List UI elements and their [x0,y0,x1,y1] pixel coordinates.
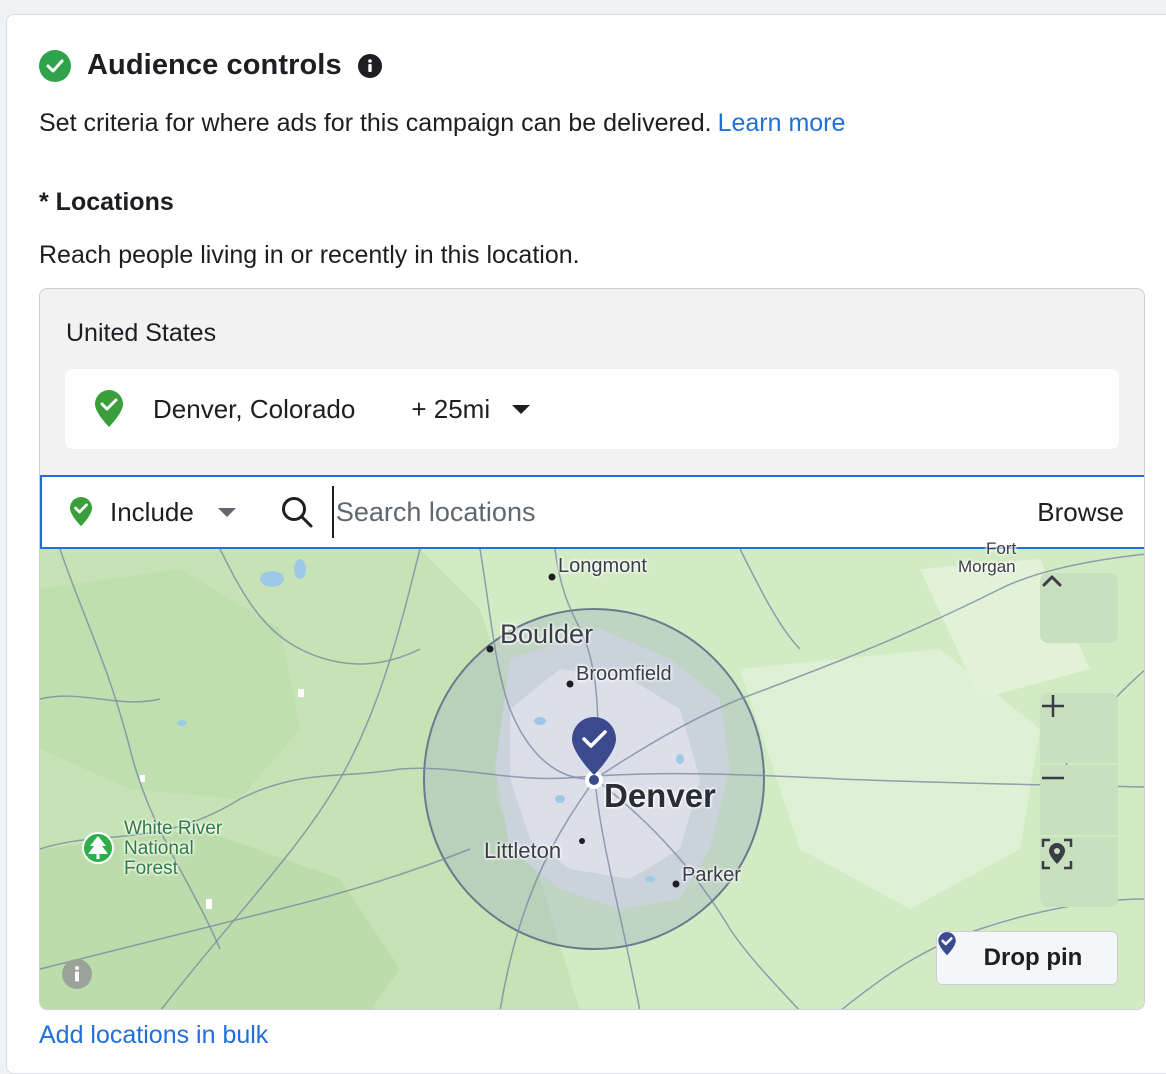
zoom-out-button[interactable] [1040,765,1118,835]
map-label-morgan: Morgan [958,557,1016,576]
selected-location-name: Denver, Colorado [153,393,356,424]
info-icon[interactable] [357,53,382,78]
include-label: Include [110,496,194,527]
chevron-down-icon [217,507,236,517]
drop-pin-button[interactable]: Drop pin [936,931,1118,985]
section-description: Set criteria for where ads for this camp… [39,109,845,138]
add-locations-in-bulk-link[interactable]: Add locations in bulk [39,1021,268,1050]
search-locations-input[interactable] [331,486,1038,538]
section-header: Audience controls [39,49,382,82]
browse-button[interactable]: Browse [1037,497,1124,528]
map-label-littleton: Littleton [484,838,562,863]
locations-label: * Locations [39,188,174,216]
green-location-pin-icon [91,390,127,428]
chevron-up-icon [1042,575,1062,587]
green-location-pin-icon [69,497,93,527]
learn-more-link[interactable]: Learn more [718,109,846,137]
map-label-parker: Parker [682,864,741,886]
map-label-forest: Forest [124,858,178,879]
location-map[interactable]: Longmont Fort Morgan Boulder Broomfield … [40,539,1144,1009]
section-title: Audience controls [87,49,342,81]
map-label-broomfield: Broomfield [576,663,672,685]
map-label-white-river: White River [124,818,223,839]
minus-icon [1042,776,1064,780]
locate-me-button[interactable] [1040,837,1118,907]
map-label-national: National [124,838,194,859]
location-search-bar: Include Browse [40,475,1144,549]
locate-pin-icon [1041,838,1073,870]
radius-selector[interactable]: + 25mi [411,394,490,425]
radius-dropdown-caret-icon[interactable] [512,404,531,414]
plus-icon [1042,695,1064,717]
country-heading: United States [66,319,217,347]
audience-controls-card: Audience controls Set criteria for where… [6,14,1166,1074]
map-label-boulder: Boulder [500,619,594,649]
search-icon [280,495,314,529]
map-label-fort: Fort [986,539,1017,558]
map-label-longmont: Longmont [558,555,647,577]
check-circle-icon [39,49,71,82]
zoom-in-button[interactable] [1040,693,1118,763]
locations-panel: United States Denver, Colorado + 25mi In… [39,288,1145,1010]
description-text: Set criteria for where ads for this camp… [39,109,712,137]
locations-help-text: Reach people living in or recently in th… [39,241,580,269]
selected-location-row: Denver, Colorado + 25mi [65,369,1119,449]
drop-pin-label: Drop pin [983,944,1083,971]
map-label-denver: Denver [604,777,716,814]
map-info-icon[interactable] [62,959,92,989]
include-dropdown[interactable]: Include [68,497,236,528]
navy-location-pin-icon [938,932,956,956]
collapse-map-button[interactable] [1040,573,1118,643]
